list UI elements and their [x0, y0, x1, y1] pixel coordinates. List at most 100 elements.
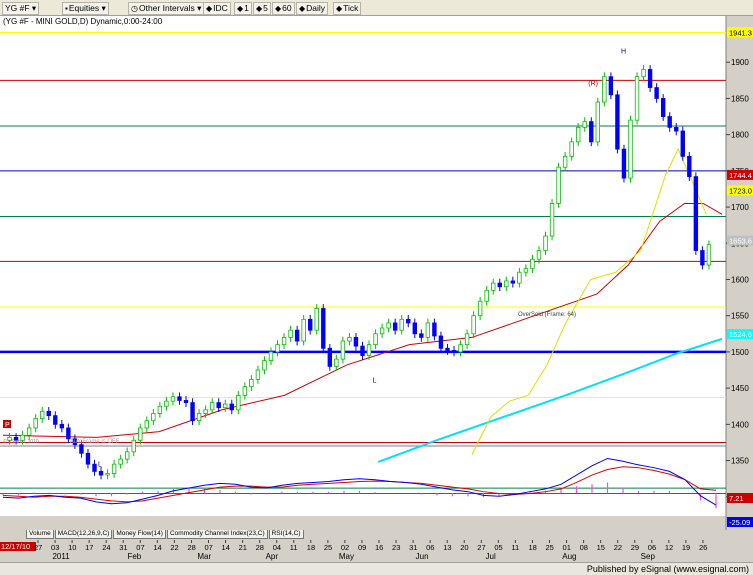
interval-daily-label: Daily — [306, 3, 326, 13]
price-chart[interactable]: H(R)LL 130013501400145015001550160016501… — [0, 16, 753, 562]
candle — [131, 439, 136, 453]
candle — [373, 333, 378, 346]
candle — [471, 315, 476, 335]
study-tab-0[interactable]: Volume — [26, 530, 54, 539]
price-tick-label: 1350 — [731, 457, 749, 466]
copyright-watermark: © eSignal, 2010 — [3, 438, 39, 445]
price-tick-label: 1850 — [731, 94, 749, 103]
candle — [484, 289, 489, 302]
candle — [321, 308, 326, 349]
time-tick-label: 02 — [341, 543, 349, 552]
candle — [301, 318, 306, 342]
candle — [700, 250, 705, 266]
candle — [687, 155, 692, 178]
candle — [654, 87, 659, 99]
time-tick-label: 17 — [85, 543, 93, 552]
candle — [445, 347, 450, 351]
price-badge-label-3: 1653.6 — [729, 237, 752, 246]
interval-daily-icon: ◆ — [299, 4, 306, 13]
candle — [308, 318, 313, 331]
time-tick-label: 05 — [494, 543, 502, 552]
price-badge-label-2: 1723.0 — [729, 186, 752, 195]
time-tick-label: 09 — [358, 543, 366, 552]
time-tick-label: 11 — [290, 543, 298, 552]
price-tick-label: 1800 — [731, 131, 749, 140]
candle — [458, 344, 463, 353]
study-tab-4[interactable]: RSI(14,C) — [268, 530, 304, 539]
candle — [53, 415, 58, 425]
candle — [268, 351, 274, 361]
time-tick-label: 29 — [631, 543, 639, 552]
study-tab-3[interactable]: Commodity Channel Index(23,C) — [166, 530, 268, 539]
candle — [314, 308, 319, 331]
candle — [693, 176, 699, 251]
time-tick-label: 22 — [170, 543, 178, 552]
interval-daily-button[interactable]: ◆Daily — [296, 2, 329, 15]
interval-5-label: 5 — [263, 3, 268, 13]
candle — [595, 101, 601, 143]
candle — [589, 121, 594, 143]
time-tick-label: 26 — [699, 543, 707, 552]
candle — [327, 347, 333, 367]
candle — [353, 337, 359, 347]
candle — [674, 126, 679, 132]
interval-60-button[interactable]: ◆60 — [272, 2, 295, 15]
time-axis[interactable]: 12/17/10 27 03 10 17 24 31 07 14 22 28 07 14 21 28 04 11… — [0, 540, 707, 561]
candle — [438, 335, 444, 349]
interval-1-button[interactable]: ◆1 — [234, 2, 252, 15]
candle — [216, 402, 221, 409]
candle — [196, 413, 202, 422]
interval-tick-icon: ◆ — [336, 4, 343, 13]
price-badge-label-0: 1941.3 — [729, 28, 752, 37]
candle — [517, 271, 522, 284]
candle — [549, 203, 555, 237]
asset-class-menu[interactable]: ▪Equities ▾ — [62, 2, 109, 15]
time-tick-label: 08 — [580, 543, 588, 552]
time-tick-label: 21 — [239, 543, 247, 552]
interval-5-button[interactable]: ◆5 — [253, 2, 271, 15]
price-axis[interactable]: 1300135014001450150015501600165017001750… — [726, 27, 753, 527]
month-label: Mar — [197, 552, 211, 561]
marker-2: L — [373, 377, 377, 384]
date-badge-label: 12/17/10 — [1, 542, 30, 551]
time-tick-label: 01 — [563, 543, 571, 552]
candle — [46, 410, 51, 417]
time-tick-label: 25 — [324, 543, 332, 552]
candle — [392, 322, 398, 331]
marker-0: H — [621, 49, 626, 56]
study-tab-2[interactable]: Money Flow(14) — [113, 530, 166, 539]
candle — [105, 473, 110, 476]
interval-tick-button[interactable]: ◆Tick — [333, 2, 362, 15]
candle — [432, 322, 437, 337]
price-tick-label: 1900 — [731, 58, 749, 67]
interval-menu-label: Other Intervals — [138, 3, 195, 13]
candle — [582, 121, 587, 128]
time-tick-label: 20 — [460, 543, 468, 552]
macd-badge-label-0: 7.21 — [729, 494, 744, 503]
study-tab-1[interactable]: MACD(12,26,9,C) — [54, 530, 113, 539]
p-badge-letter: P — [5, 422, 10, 429]
asset-class-label: Equities — [68, 3, 100, 13]
interval-idc-button[interactable]: ◆IDC — [203, 2, 231, 15]
candle — [288, 329, 293, 338]
interval-60-label: 60 — [282, 3, 292, 13]
clock-icon: ◷ — [131, 4, 138, 13]
price-tick-label: 1700 — [731, 203, 749, 212]
candle — [451, 350, 457, 353]
candle — [79, 444, 84, 454]
price-badge-label-1: 1744.4 — [729, 171, 752, 180]
symbol-box[interactable]: YG #F ▾ — [2, 2, 40, 15]
candle — [412, 322, 417, 335]
time-tick-label: 19 — [682, 543, 690, 552]
candle — [562, 155, 568, 168]
candle — [536, 250, 542, 260]
interval-menu[interactable]: ◷Other Intervals ▾ — [128, 2, 205, 15]
candle — [249, 379, 254, 388]
time-tick-label: 07 — [205, 543, 213, 552]
candle — [236, 394, 241, 411]
toolbar: YG #F ▾ ▪Equities ▾ ◷Other Intervals ▾ ◆… — [0, 0, 753, 16]
time-tick-label: 06 — [648, 543, 656, 552]
candle — [608, 76, 614, 96]
time-tick-label: 28 — [187, 543, 195, 552]
month-label: 2011 — [52, 552, 70, 561]
